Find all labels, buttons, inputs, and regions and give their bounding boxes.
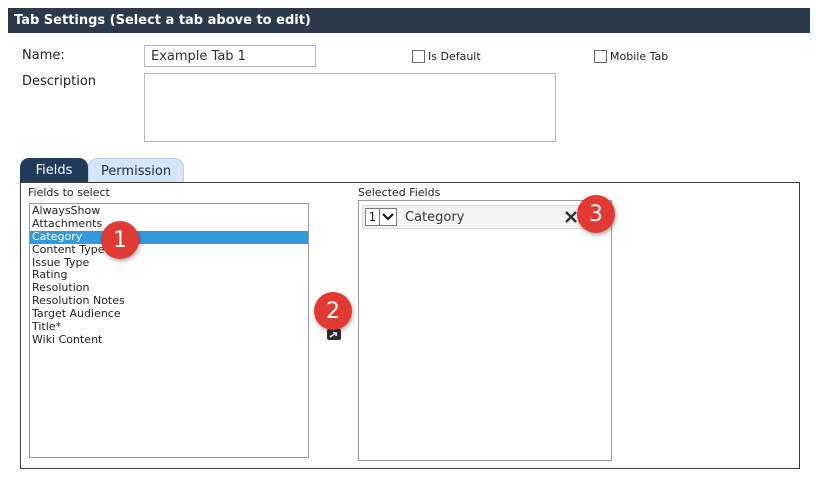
order-value: 1 (368, 210, 377, 224)
list-item[interactable]: Wiki Content (30, 333, 308, 347)
selected-fields-label: Selected Fields (358, 186, 441, 199)
list-item[interactable]: Category (30, 230, 308, 244)
selected-fields-box (358, 200, 612, 461)
fields-to-select-label: Fields to select (28, 186, 110, 199)
name-input[interactable] (144, 45, 316, 67)
mobile-tab-checkbox-box[interactable] (594, 50, 607, 63)
is-default-checkbox-box[interactable] (412, 50, 425, 63)
list-item[interactable]: Target Audience (30, 307, 308, 321)
list-item[interactable]: Issue Type (30, 256, 308, 270)
section-header: Tab Settings (Select a tab above to edit… (8, 8, 810, 33)
description-field[interactable] (144, 73, 556, 142)
description-label: Description (22, 74, 97, 89)
mobile-tab-label: Mobile Tab (610, 50, 669, 63)
selected-field-row: 1 Category (362, 205, 588, 229)
move-right-icon (329, 331, 338, 338)
chevron-down-icon[interactable] (379, 209, 396, 225)
mobile-tab-checkbox[interactable]: Mobile Tab (594, 50, 668, 63)
callout-badge-1: 1 (101, 221, 139, 259)
tab-permission[interactable]: Permission (88, 158, 184, 183)
tab-fields[interactable]: Fields (20, 158, 88, 183)
selected-field-name: Category (405, 209, 465, 225)
list-item[interactable]: AlwaysShow (30, 204, 308, 218)
is-default-checkbox[interactable]: Is Default (412, 50, 481, 63)
name-label: Name: (22, 48, 65, 63)
fields-listbox[interactable]: AlwaysShow Attachments Category Content Typ… (29, 203, 309, 458)
list-item[interactable]: Content Type (30, 243, 308, 257)
list-item[interactable]: Attachments (30, 217, 308, 231)
is-default-label: Is Default (428, 50, 481, 63)
list-item[interactable]: Title* (30, 320, 308, 334)
callout-badge-3: 3 (577, 195, 615, 233)
order-select[interactable]: 1 (365, 208, 397, 226)
callout-badge-2: 2 (314, 292, 352, 330)
move-right-button[interactable] (327, 329, 341, 340)
